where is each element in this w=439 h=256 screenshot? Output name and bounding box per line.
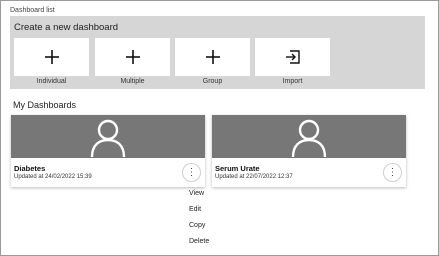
card-options-button[interactable]: ⋮: [383, 163, 402, 182]
more-vertical-icon: ⋮: [186, 166, 197, 178]
card-updated-timestamp: Updated at 22/07/2022 12:37: [215, 174, 293, 180]
plus-icon: [205, 50, 220, 64]
dashboard-card-diabetes[interactable]: Diabetes Updated at 24/02/2022 15:39 ⋮: [11, 115, 205, 187]
menu-item-delete[interactable]: Delete: [189, 238, 209, 245]
user-avatar-icon: [90, 119, 126, 157]
plus-icon: [44, 50, 59, 64]
card-updated-timestamp: Updated at 24/02/2022 15:39: [14, 174, 92, 180]
dashboard-card-serum-urate[interactable]: Serum Urate Updated at 22/07/2022 12:37 …: [212, 115, 406, 187]
create-group-button[interactable]: [175, 38, 250, 76]
user-avatar-icon: [291, 119, 327, 157]
create-dashboard-panel: Create a new dashboard Individual Multip…: [10, 16, 425, 89]
menu-item-copy[interactable]: Copy: [189, 222, 205, 229]
card-options-button[interactable]: ⋮: [182, 163, 201, 182]
import-dashboard-button[interactable]: [255, 38, 330, 76]
create-multiple-label: Multiple: [120, 78, 145, 85]
card-title: Serum Urate: [215, 164, 260, 173]
card-banner: [212, 115, 406, 158]
app-window: Dashboard list Create a new dashboard In…: [0, 0, 439, 256]
import-icon: [285, 50, 300, 64]
menu-item-view[interactable]: View: [189, 190, 204, 197]
card-banner: [11, 115, 205, 158]
more-vertical-icon: ⋮: [387, 166, 398, 178]
create-individual-label: Individual: [36, 78, 67, 85]
menu-item-edit[interactable]: Edit: [189, 206, 201, 213]
create-multiple-button[interactable]: [95, 38, 170, 76]
card-title: Diabetes: [14, 164, 46, 173]
create-dashboard-title: Create a new dashboard: [14, 22, 119, 33]
page-title: Dashboard list: [10, 7, 55, 14]
import-dashboard-label: Import: [282, 78, 303, 85]
my-dashboards-title: My Dashboards: [13, 100, 77, 110]
create-group-label: Group: [202, 78, 223, 85]
create-individual-button[interactable]: [14, 38, 89, 76]
plus-icon: [125, 50, 140, 64]
